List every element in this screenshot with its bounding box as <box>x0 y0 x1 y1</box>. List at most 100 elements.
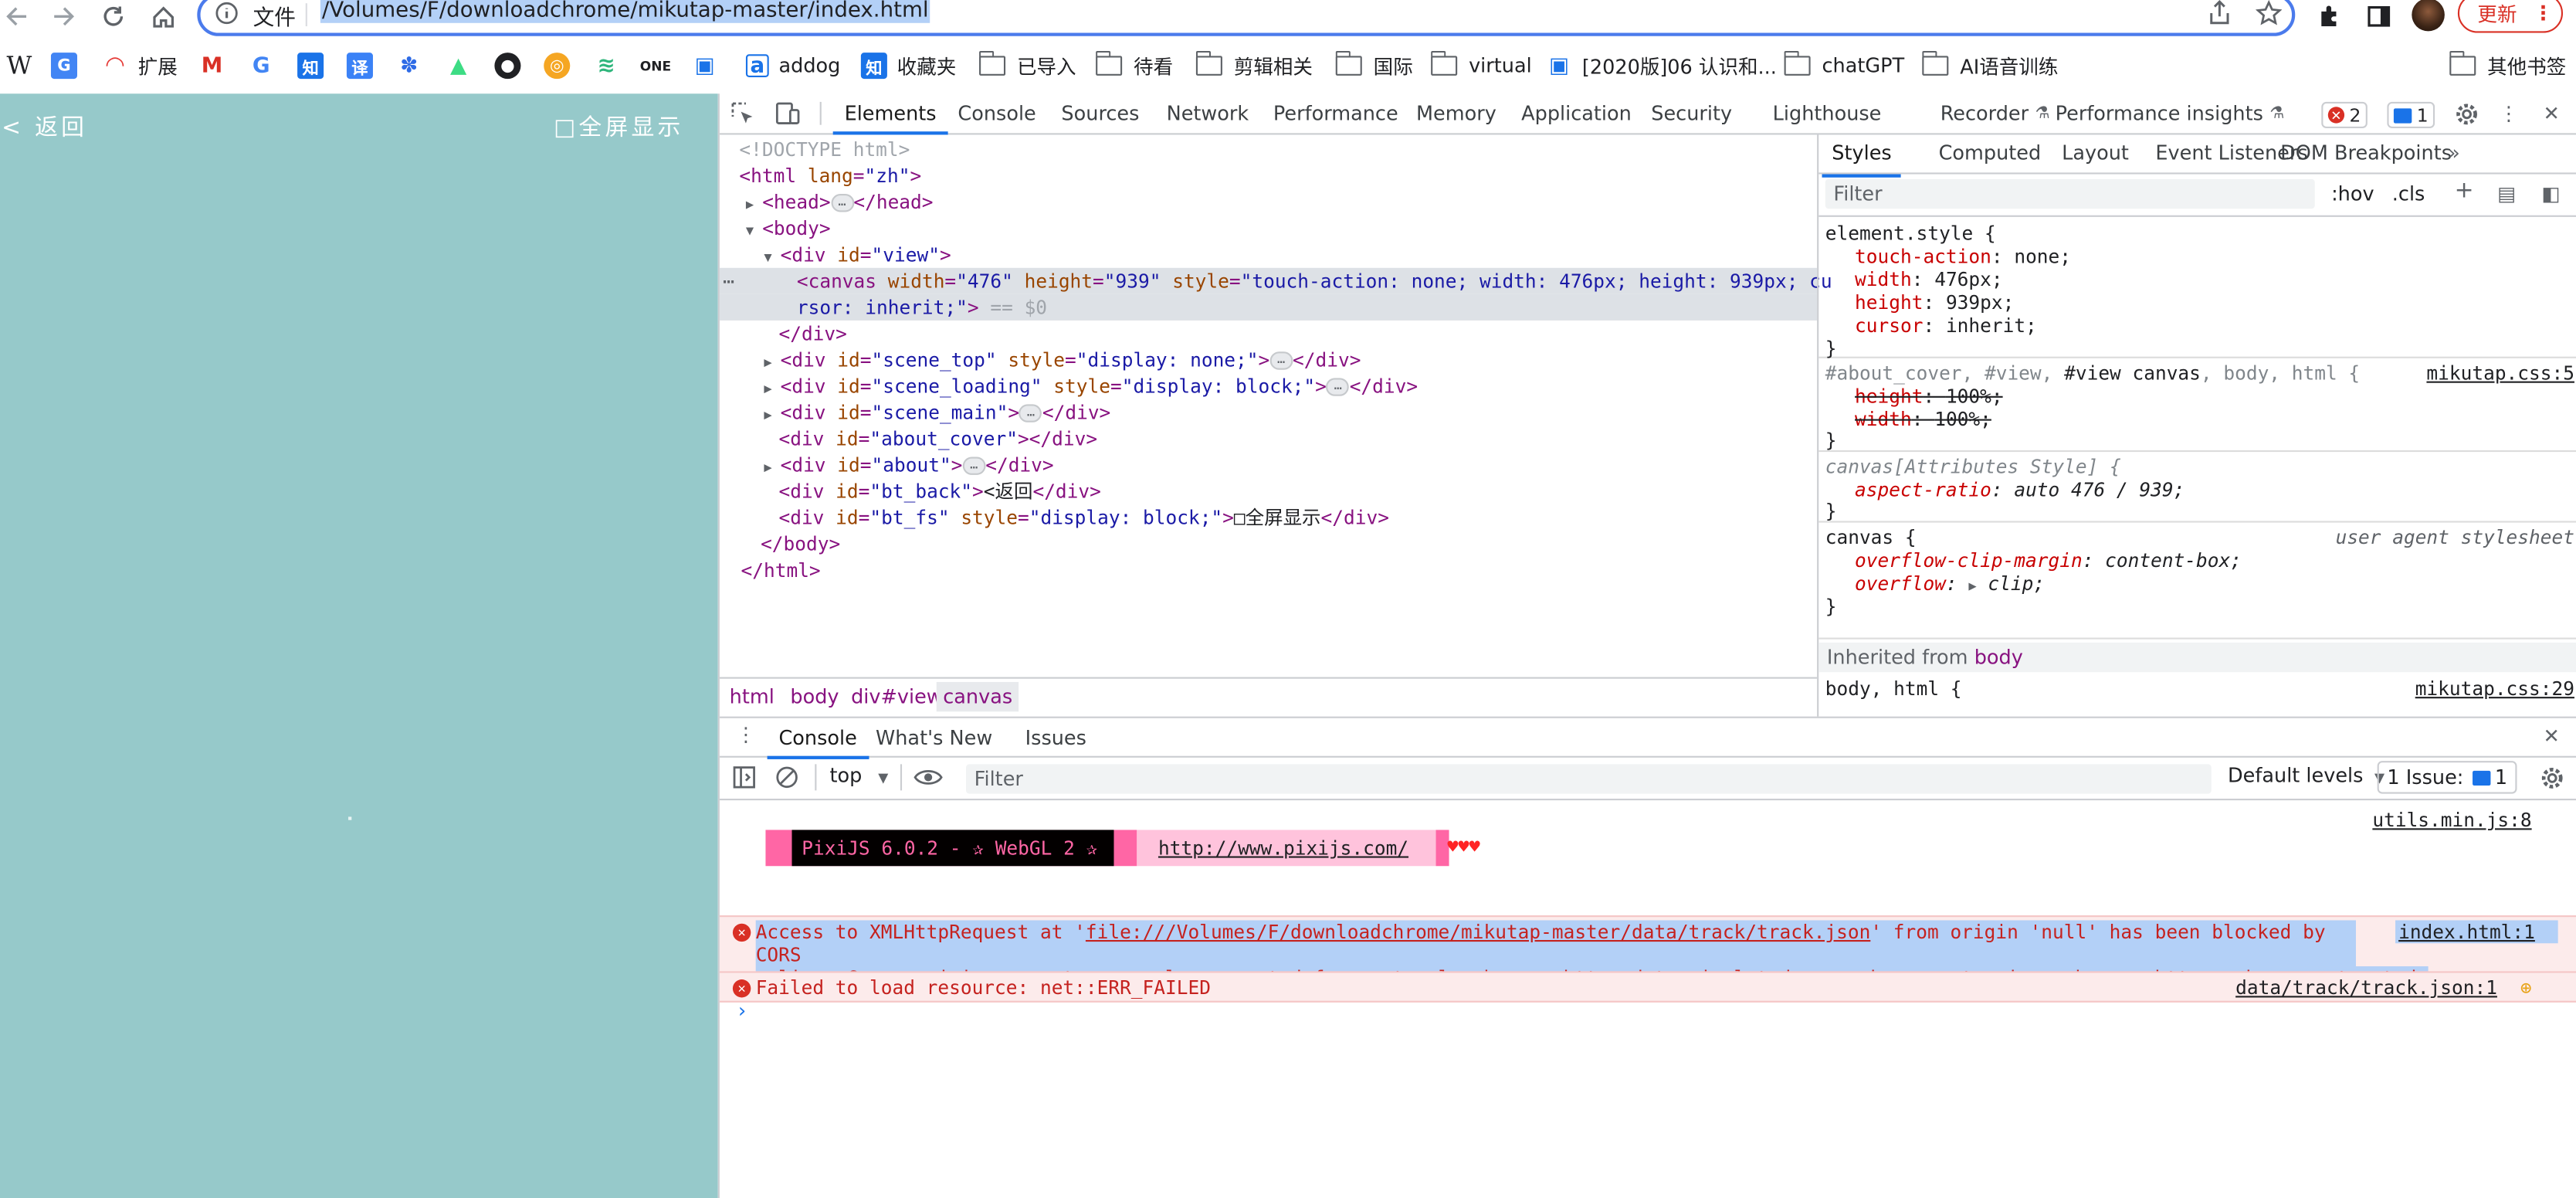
info-icon[interactable] <box>215 2 239 25</box>
drawer-tab-whats-new[interactable]: What's New <box>876 718 992 758</box>
console-source-link[interactable]: utils.min.js:8 <box>2372 809 2531 832</box>
bookmark-favorites[interactable]: 知 收藏夹 <box>860 48 956 84</box>
message-count-badge[interactable]: 1 <box>2387 101 2435 128</box>
dom-node-doctype[interactable]: <!DOCTYPE html> <box>720 137 1817 163</box>
android-icon[interactable]: ▲ <box>445 48 482 84</box>
ellipsis-icon[interactable]: … <box>1326 378 1350 396</box>
drawer-tab-console[interactable]: Console <box>767 718 868 759</box>
bookmark-addog[interactable]: a addog <box>745 48 840 84</box>
tab-computed[interactable]: Computed <box>1939 141 2042 165</box>
tab-console[interactable]: Console <box>958 93 1035 133</box>
bilibili-tv-icon[interactable]: ▣ <box>691 48 728 84</box>
ellipsis-icon[interactable]: … <box>1269 351 1293 370</box>
console-prompt-icon[interactable]: › <box>736 999 747 1023</box>
style-property[interactable]: overflow-clip-margin: content-box; <box>1855 549 2242 573</box>
github-icon[interactable]: ● <box>494 48 530 84</box>
tab-security[interactable]: Security <box>1651 93 1732 133</box>
page-canvas-area[interactable]: < 返回 □全屏显示 <box>0 93 718 1198</box>
dom-node-bt-back[interactable]: <div id="bt_back"><返回</div> <box>720 478 1817 504</box>
tab-styles[interactable]: Styles <box>1822 141 1903 178</box>
ellipsis-icon[interactable]: … <box>830 194 854 212</box>
console-source-link[interactable]: data/track/track.json:1 <box>2235 976 2497 999</box>
style-rule-element[interactable]: element.style { touch-action: none; widt… <box>1818 220 2576 359</box>
clear-console-icon[interactable] <box>775 765 798 789</box>
dom-node-canvas-selected[interactable]: ⋯ <canvas width="476" height="939" style… <box>719 267 1832 294</box>
rule-source-link[interactable]: mikutap.css:29 <box>2415 677 2574 701</box>
style-property[interactable]: touch-action: none; <box>1855 245 2071 269</box>
breadcrumb-canvas[interactable]: canvas <box>936 681 1019 712</box>
tab-dom-breakpoints[interactable]: DOM Breakpoints <box>2280 141 2452 165</box>
dom-node-about[interactable]: ▶ <div id="about">… </div> <box>720 452 1817 478</box>
style-property[interactable]: cursor: inherit; <box>1855 314 2037 338</box>
add-rule-icon[interactable]: + <box>2455 178 2474 204</box>
one-icon[interactable]: ONE <box>640 48 679 84</box>
dom-node-body-close[interactable]: </body> <box>720 531 1817 557</box>
style-property-overridden[interactable]: width: 100%; <box>1855 408 1991 432</box>
console-error-failed-load[interactable]: ✕ Failed to load resource: net::ERR_FAIL… <box>719 971 2576 1003</box>
close-devtools-icon[interactable]: ✕ <box>2538 100 2564 127</box>
ellipsis-icon[interactable]: … <box>962 456 986 475</box>
console-filter-input[interactable]: Filter <box>966 764 2212 794</box>
share-icon[interactable] <box>2206 0 2232 26</box>
more-tabs-icon[interactable]: » <box>2448 141 2460 165</box>
tab-recorder[interactable]: Recorder ⚗ <box>1940 93 2050 133</box>
dom-node-head[interactable]: ▶ <head>… </head> <box>720 189 1817 216</box>
home-icon[interactable] <box>146 0 179 33</box>
tab-application[interactable]: Application <box>1521 93 1632 133</box>
rule-source-link[interactable]: mikutap.css:5 <box>2426 362 2574 385</box>
close-drawer-icon[interactable]: ✕ <box>2544 725 2560 748</box>
device-toolbar-icon[interactable] <box>774 100 800 127</box>
style-property[interactable]: aspect-ratio: auto 476 / 939; <box>1855 479 2185 502</box>
reload-icon[interactable] <box>97 0 130 33</box>
dom-node-div-view[interactable]: ▼ <div id="view"> <box>720 242 1817 268</box>
settings-gear-icon[interactable] <box>2453 100 2479 127</box>
google-icon[interactable]: G <box>248 48 284 84</box>
console-sidebar-icon[interactable] <box>733 765 756 789</box>
url-text[interactable]: /Volumes/F/downloadchrome/mikutap-master… <box>320 0 930 23</box>
inherited-from-link[interactable]: body <box>1974 646 2023 669</box>
context-selector[interactable]: top ▼ <box>829 764 888 787</box>
dom-node-html-close[interactable]: </html> <box>720 557 1817 583</box>
bookmark-extensions[interactable]: ◠ 扩展 <box>101 48 178 84</box>
style-rule-mikutap-29[interactable]: body, html { mikutap.css:29 <box>1818 675 2576 716</box>
style-property[interactable]: height: 939px; <box>1855 291 2014 315</box>
style-rule-mikutap-5[interactable]: #about_cover, #view, #view canvas, body,… <box>1818 360 2576 453</box>
styles-filter-input[interactable]: Filter <box>1825 178 2315 209</box>
console-source-link[interactable]: index.html:1 <box>2395 920 2558 944</box>
drawer-tab-issues[interactable]: Issues <box>1025 718 1086 758</box>
bookmark-folder-international[interactable]: 国际 <box>1334 48 1413 84</box>
wikipedia-icon[interactable]: W <box>7 48 32 84</box>
dom-node-body[interactable]: ▼ <body> <box>720 216 1817 242</box>
breadcrumb-div-view[interactable]: div#view <box>851 685 943 708</box>
star-bookmark-icon[interactable] <box>2256 0 2283 26</box>
tab-sources[interactable]: Sources <box>1061 93 1139 133</box>
update-button[interactable]: 更新 ⋮ <box>2457 0 2564 33</box>
bookmark-folder-watch-later[interactable]: 待看 <box>1095 48 1173 84</box>
issues-counter-button[interactable]: 1 Issue: 1 <box>2377 761 2517 794</box>
breadcrumb-html[interactable]: html <box>730 685 774 708</box>
profile-avatar[interactable] <box>2412 0 2445 32</box>
bookmark-folder-chatgpt[interactable]: chatGPT <box>1783 48 1904 84</box>
dom-node-scene-top[interactable]: ▶ <div id="scene_top" style="display: non… <box>720 347 1817 373</box>
dom-node-html[interactable]: <html lang="zh"> <box>720 163 1817 189</box>
console-settings-gear-icon[interactable] <box>2540 765 2564 790</box>
dom-node-bt-fs[interactable]: <div id="bt_fs" style="display: block;">… <box>720 504 1817 531</box>
live-expression-eye-icon[interactable] <box>913 768 943 788</box>
network-request-icon[interactable]: ⊕ <box>2520 976 2532 999</box>
class-toggle[interactable]: .cls <box>2392 182 2425 205</box>
dom-node-about-cover[interactable]: <div id="about_cover"></div> <box>720 426 1817 452</box>
back-arrow-icon[interactable] <box>0 0 33 33</box>
zhihu-icon[interactable]: 知 <box>297 48 334 84</box>
style-property[interactable]: width: 476px; <box>1855 268 2003 292</box>
side-panel-icon[interactable] <box>2362 0 2395 33</box>
forward-arrow-icon[interactable] <box>48 0 81 33</box>
tab-performance-insights[interactable]: Performance insights ⚗ <box>2056 93 2285 133</box>
error-count-badge[interactable]: ✕ 2 <box>2321 101 2368 128</box>
style-rule-user-agent[interactable]: canvas { user agent stylesheet overflow-… <box>1818 524 2576 640</box>
dom-node-canvas-selected-cont[interactable]: rsor: inherit;"> == $0 <box>719 294 1818 321</box>
dom-node-scene-main[interactable]: ▶ <div id="scene_main">… </div> <box>720 399 1817 426</box>
tab-memory[interactable]: Memory <box>1416 93 1496 133</box>
bookmark-folder-editing[interactable]: 剪辑相关 <box>1195 48 1313 84</box>
ellipsis-icon[interactable]: … <box>1019 404 1042 423</box>
tab-elements[interactable]: Elements <box>832 93 948 135</box>
